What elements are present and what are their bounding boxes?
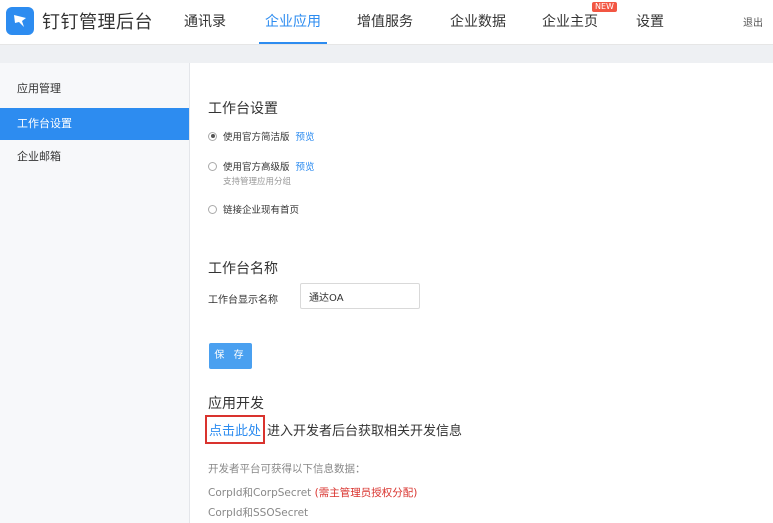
- dingtalk-logo-icon: [6, 7, 34, 35]
- save-button[interactable]: 保 存: [209, 343, 252, 369]
- nav-enterprise-data[interactable]: 企业数据: [450, 0, 506, 44]
- top-bar: 钉钉管理后台 通讯录 企业应用 增值服务 企业数据 企业主页 设置 NEW 退出: [0, 0, 773, 45]
- new-badge: NEW: [592, 2, 617, 12]
- sidebar-item-app-management[interactable]: 应用管理: [0, 73, 189, 105]
- logout-link[interactable]: 退出: [743, 14, 763, 29]
- dev-console-text: 进入开发者后台获取相关开发信息: [267, 424, 463, 439]
- dev-console-line: 点击此处 进入开发者后台获取相关开发信息: [205, 415, 462, 444]
- nav-value-added[interactable]: 增值服务: [357, 0, 413, 44]
- sidebar-item-workbench-settings[interactable]: 工作台设置: [0, 108, 189, 140]
- dev-info-title: 开发者平台可获得以下信息数据：: [208, 463, 366, 475]
- radio-link-homepage[interactable]: [208, 204, 217, 214]
- option-link-homepage: 链接企业现有首页: [208, 202, 299, 216]
- preview-link-simple[interactable]: 预览: [296, 129, 315, 143]
- nav-enterprise-apps[interactable]: 企业应用: [259, 0, 327, 44]
- radio-simple-version[interactable]: [208, 131, 217, 141]
- brand-logo[interactable]: 钉钉管理后台: [6, 7, 153, 35]
- dev-info-item-1: CorpId和CorpSecret (需主管理员授权分配): [208, 485, 417, 500]
- option-advanced-version: 使用官方高级版 预览: [208, 159, 315, 173]
- preview-link-advanced[interactable]: 预览: [296, 159, 315, 173]
- option-label: 使用官方简洁版: [223, 132, 290, 143]
- click-here-link[interactable]: 点击此处: [205, 415, 266, 444]
- workbench-name-title: 工作台名称: [208, 261, 278, 277]
- display-name-input[interactable]: [300, 283, 420, 309]
- nav-contacts[interactable]: 通讯录: [184, 0, 226, 44]
- admin-auth-note: (需主管理员授权分配): [314, 487, 418, 499]
- app-dev-title: 应用开发: [208, 396, 264, 412]
- radio-advanced-version[interactable]: [208, 161, 217, 171]
- brand-title: 钉钉管理后台: [42, 12, 153, 33]
- display-name-label: 工作台显示名称: [208, 295, 278, 306]
- corp-secret-text: CorpId和CorpSecret: [208, 487, 315, 499]
- advanced-hint: 支持管理应用分组: [223, 177, 292, 187]
- nav-enterprise-homepage[interactable]: 企业主页: [542, 0, 598, 44]
- workbench-settings-title: 工作台设置: [208, 101, 278, 117]
- main-content: 工作台设置 使用官方简洁版 预览 使用官方高级版 预览 支持管理应用分组 链接企…: [190, 63, 773, 523]
- nav-settings[interactable]: 设置: [636, 0, 664, 44]
- header-divider-strip: [0, 45, 773, 63]
- sidebar-item-enterprise-mail[interactable]: 企业邮箱: [0, 141, 189, 173]
- option-simple-version: 使用官方简洁版 预览: [208, 129, 315, 143]
- option-label: 链接企业现有首页: [223, 205, 300, 216]
- option-label: 使用官方高级版: [223, 162, 290, 173]
- sidebar: 应用管理 工作台设置 企业邮箱: [0, 63, 190, 523]
- dev-info-item-2: CorpId和SSOSecret: [208, 507, 309, 519]
